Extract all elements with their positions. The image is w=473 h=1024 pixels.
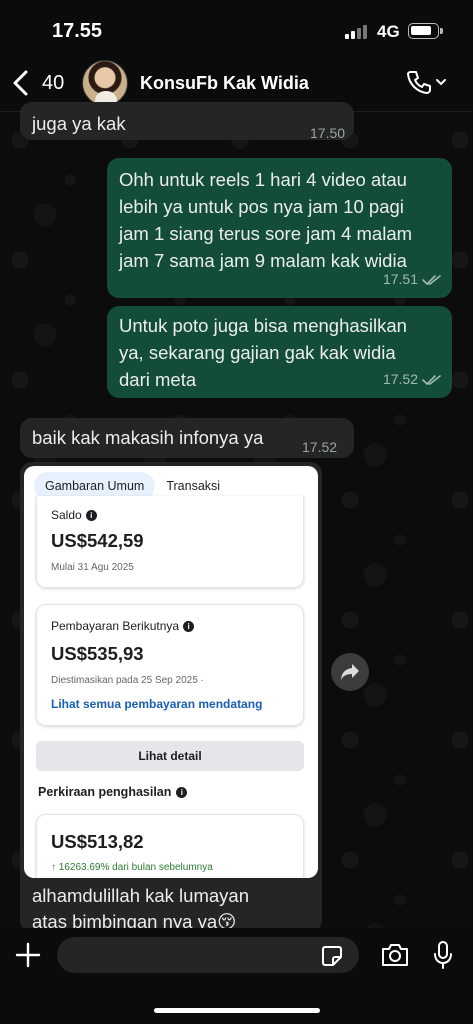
balance-card: Saldo i US$542,59 Mulai 31 Agu 2025 [36,496,304,588]
info-icon: i [176,786,188,798]
avatar[interactable] [82,60,128,106]
earnings-title-text: Perkiraan penghasilan [38,785,172,799]
message-line: Ohh untuk reels 1 hari 4 video atau [119,169,407,190]
message-outgoing[interactable]: Untuk poto juga bisa menghasilkan ya, se… [107,306,452,398]
message-time: 17.50 [310,125,346,141]
message-outgoing[interactable]: Ohh untuk reels 1 hari 4 video atau lebi… [107,158,452,298]
earnings-card: US$513,82 ↑ 16263.69% dari bulan sebelum… [36,814,304,878]
message-line: jam 7 sama jam 9 malam kak widia [119,250,407,271]
earnings-title: Perkiraan penghasilan i [38,785,188,799]
forward-button[interactable] [331,653,369,691]
message-time: 17.52 [382,371,418,387]
info-icon: i [183,620,195,632]
double-check-icon [422,274,441,285]
call-button[interactable] [406,69,448,95]
status-time: 17.55 [52,20,103,42]
contact-name[interactable]: KonsuFb Kak Widia [140,73,309,94]
message-time: 17.52 [302,439,338,455]
signal-icon [345,25,367,39]
next-payment-label-text: Pembayaran Berikutnya [51,619,180,633]
balance-amount: US$542,59 [51,530,144,551]
next-payment-link: Lihat semua pembayaran mendatang [51,697,263,711]
next-payment-label: Pembayaran Berikutnya i [51,619,195,633]
plus-icon[interactable] [14,941,42,969]
sticker-icon[interactable] [320,944,344,968]
info-icon: i [85,509,97,521]
message-line: lebih ya untuk pos nya jam 10 pagi [119,196,404,217]
next-payment-sub: Diestimasikan pada 25 Sep 2025 · [51,675,204,686]
double-check-icon [422,374,441,385]
back-icon [13,70,28,96]
home-indicator [154,1008,320,1013]
message-incoming[interactable]: baik kak makasih infonya ya 17.52 [20,418,354,458]
chevron-down-icon [436,79,446,86]
message-input[interactable] [57,937,359,973]
message-line: ya, sekarang gajian gak kak widia [119,342,396,363]
balance-sub: Mulai 31 Agu 2025 [51,562,134,573]
camera-icon[interactable] [380,942,410,968]
shared-screenshot[interactable]: Gambaran Umum Transaksi Saldo i US$542,5… [24,466,318,878]
message-time: 17.51 [382,271,418,287]
back-button[interactable]: 40 [8,66,64,100]
next-payment-card: Pembayaran Berikutnya i US$535,93 Diesti… [36,604,304,726]
message-incoming[interactable]: juga ya kak 17.50 [20,102,354,141]
message-image[interactable]: Gambaran Umum Transaksi Saldo i US$542,5… [20,462,322,932]
message-line: Untuk poto juga bisa menghasilkan [119,315,407,336]
balance-label: Saldo i [51,508,97,522]
detail-button: Lihat detail [36,741,304,771]
phone-icon [407,71,431,94]
balance-label-text: Saldo [51,508,82,522]
battery-icon [408,23,443,39]
microphone-icon[interactable] [432,940,454,970]
status-bar: 17.55 4G [0,0,473,56]
caption-line: alhamdulillah kak lumayan [32,885,249,906]
message-line: jam 1 siang terus sore jam 4 malam [119,223,413,244]
message-text: juga ya kak [32,113,126,134]
unread-count: 40 [42,71,65,94]
composer-bar [0,928,473,1024]
message-line: dari meta [119,369,197,390]
forward-icon [341,664,359,680]
message-text: baik kak makasih infonya ya [32,427,264,448]
next-payment-amount: US$535,93 [51,643,144,664]
network-type: 4G [377,22,400,41]
earnings-amount: US$513,82 [51,831,144,852]
earnings-growth: ↑ 16263.69% dari bulan sebelumnya [51,862,213,873]
